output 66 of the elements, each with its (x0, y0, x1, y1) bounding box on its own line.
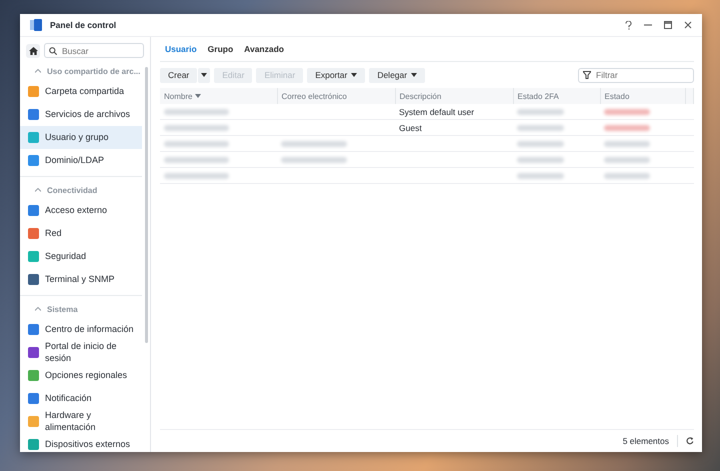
filter-field[interactable]: Filtrar (578, 68, 694, 82)
sidebar-item[interactable]: Notificación (20, 387, 142, 410)
sidebar-item[interactable]: Usuario y grupo (20, 126, 142, 149)
item-count: 5 elementos (622, 436, 669, 446)
redacted-value (517, 172, 564, 178)
sidebar-item[interactable]: Acceso externo (20, 199, 142, 222)
sidebar-item[interactable]: Portal de inicio de sesión (20, 341, 142, 364)
redacted-value (604, 124, 650, 130)
collapse-icon[interactable] (35, 188, 41, 192)
redacted-value (517, 156, 564, 162)
sidebar-item[interactable]: Servicios de archivos (20, 103, 142, 126)
close-icon[interactable] (684, 21, 692, 29)
redacted-value (604, 108, 650, 114)
redacted-value (604, 140, 650, 146)
maximize-icon[interactable] (664, 21, 672, 29)
redacted-value (164, 124, 230, 130)
redacted-value (517, 140, 564, 146)
tab[interactable]: Avanzado (239, 37, 290, 61)
scrollbar[interactable] (145, 67, 148, 343)
sidebar-item[interactable]: Dispositivos externos (20, 433, 142, 452)
menu-button[interactable]: Delegar (369, 68, 426, 82)
sidebar-item[interactable]: Terminal y SNMP (20, 268, 142, 291)
refresh-icon[interactable] (686, 437, 694, 445)
column-header[interactable]: Descripción (395, 88, 513, 104)
tab[interactable]: Grupo (202, 37, 240, 61)
redacted-value (281, 156, 347, 162)
sidebar-item[interactable]: Dominio/LDAP (20, 149, 142, 172)
column-header[interactable]: Estado (600, 88, 685, 104)
redacted-value (164, 140, 230, 146)
redacted-value (604, 156, 650, 162)
caret-icon (411, 73, 418, 77)
sidebar-item[interactable]: Red (20, 222, 142, 245)
redacted-value (281, 140, 347, 146)
app-icon (30, 19, 42, 31)
redacted-value (604, 172, 650, 178)
sidebar-item[interactable]: Hardware y alimentación (20, 410, 142, 433)
sidebar-item[interactable]: Opciones regionales (20, 364, 142, 387)
window-title: Panel de control (50, 20, 118, 30)
tab[interactable]: Usuario (160, 37, 203, 61)
redacted-value (164, 108, 230, 114)
redacted-value (517, 124, 564, 130)
redacted-value (517, 108, 564, 114)
sidebar-item[interactable]: Centro de información (20, 318, 142, 341)
filter-icon (583, 71, 591, 79)
redacted-value (164, 156, 230, 162)
caret-icon (195, 94, 202, 98)
search-icon (49, 46, 57, 54)
help-icon[interactable] (625, 20, 632, 30)
home-button[interactable] (26, 44, 40, 58)
column-header[interactable]: Estado 2FA (513, 88, 600, 104)
search-field[interactable]: Buscar (44, 43, 144, 58)
redacted-value (164, 172, 230, 178)
sidebar-item[interactable]: Seguridad (20, 245, 142, 268)
column-header[interactable]: Nombre (160, 88, 277, 104)
sidebar-item[interactable]: Carpeta compartida (20, 80, 142, 103)
table-cell: System default user (395, 104, 513, 120)
collapse-icon[interactable] (35, 69, 41, 73)
caret-icon (201, 73, 208, 77)
menu-button[interactable]: Exportar (307, 68, 366, 82)
caret-icon (351, 73, 358, 77)
table-cell: Guest (395, 120, 513, 136)
home-icon (28, 46, 38, 54)
collapse-icon[interactable] (35, 307, 41, 311)
column-header[interactable]: Correo electrónico (277, 88, 395, 104)
toolbar-button[interactable]: Crear (160, 68, 198, 82)
dropdown-button[interactable] (198, 68, 210, 82)
